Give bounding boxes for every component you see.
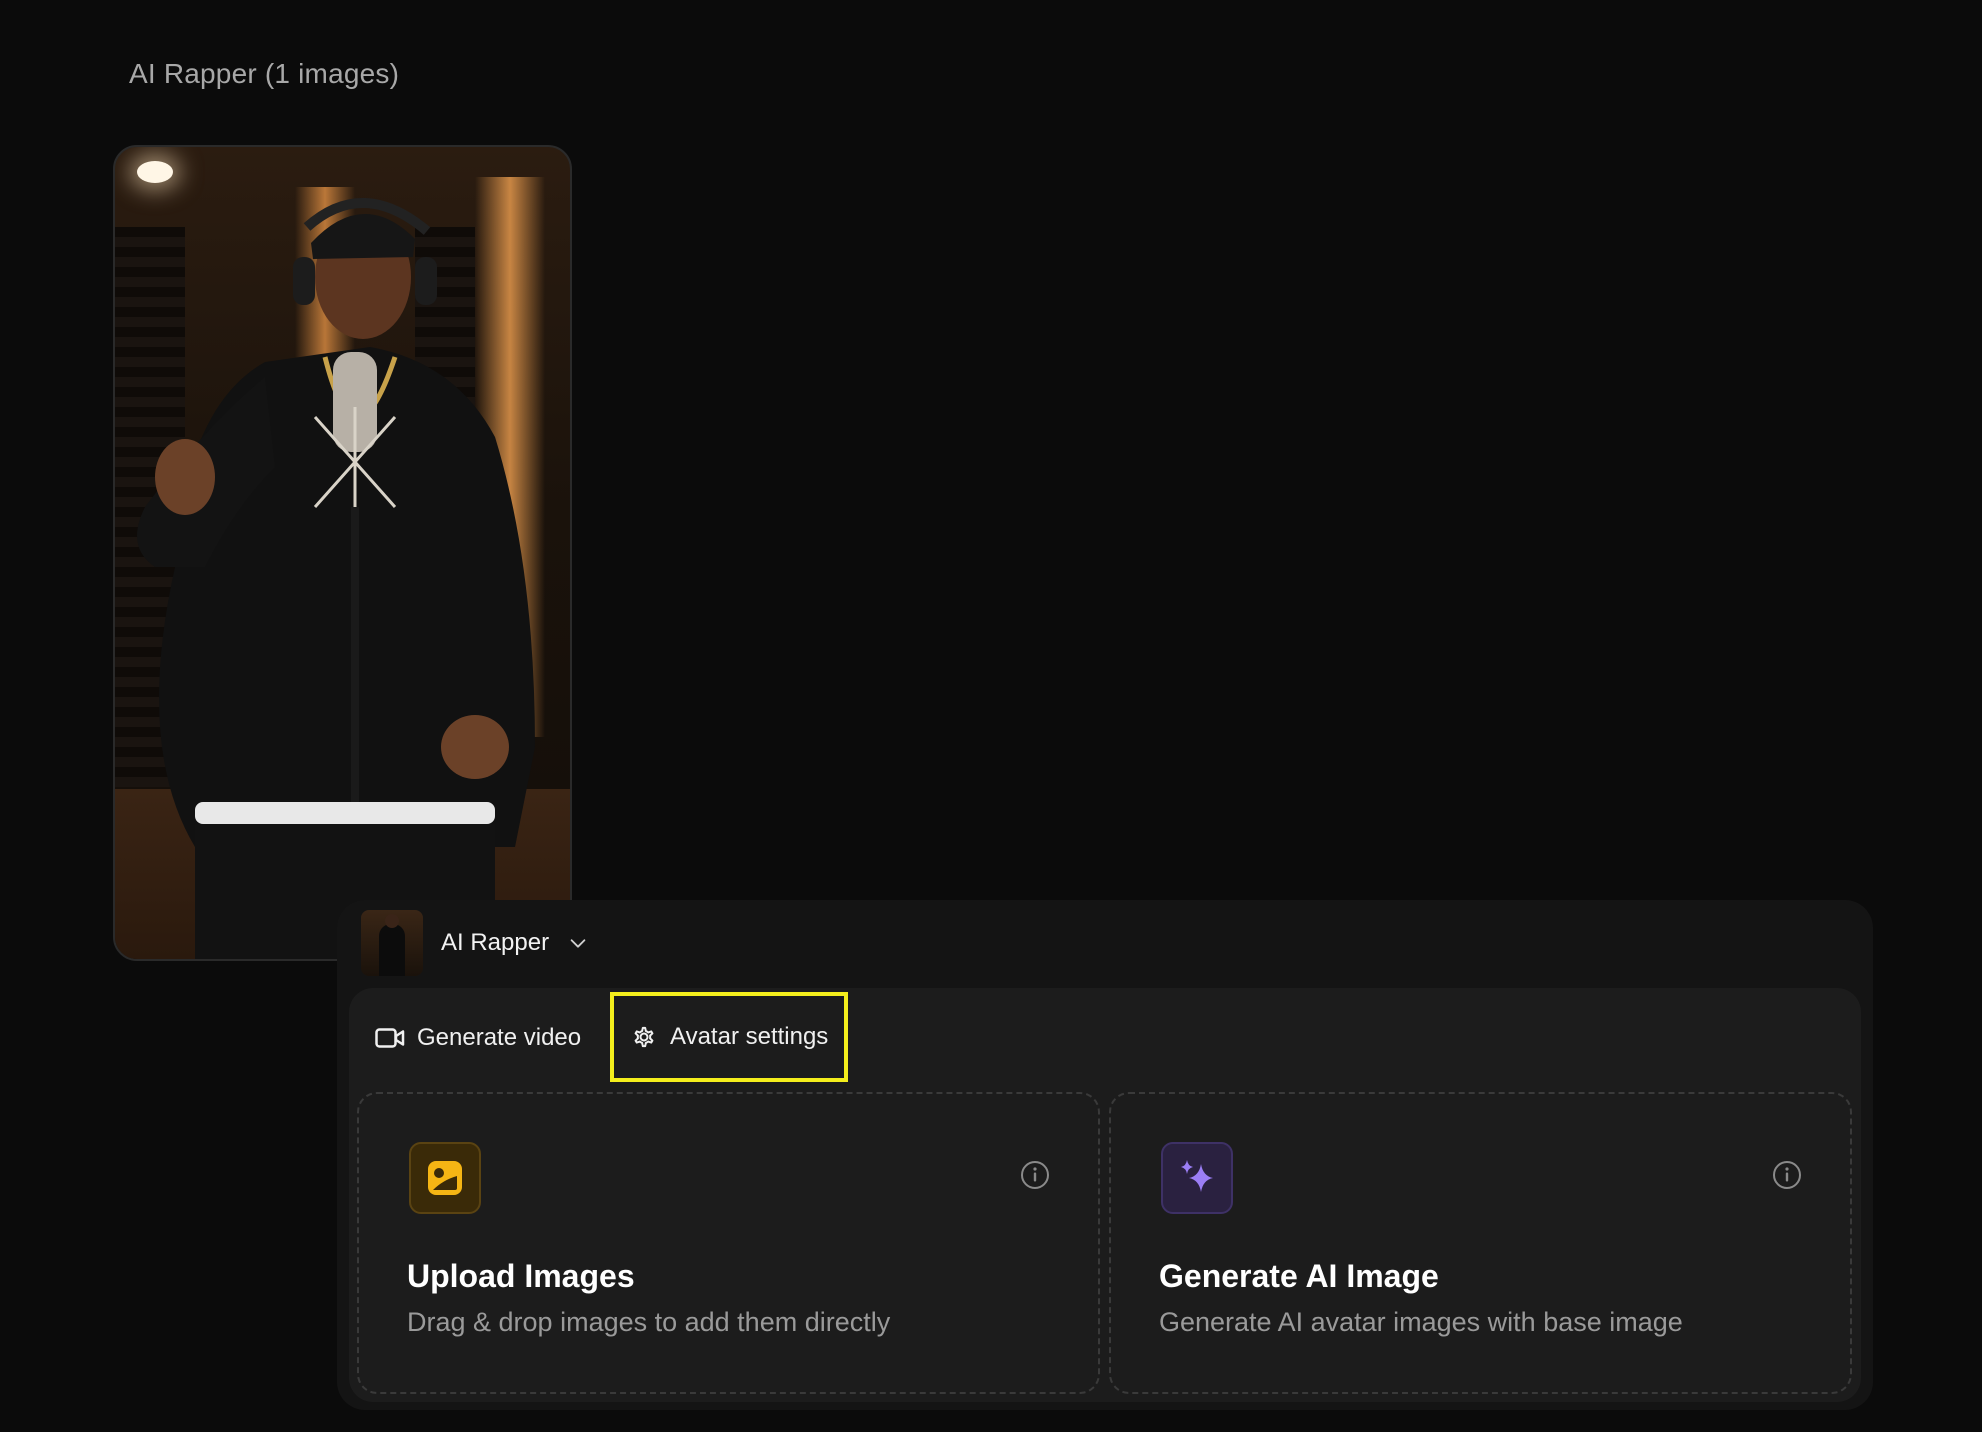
avatar-panel: AI Rapper Generate video Avatar settings <box>337 900 1873 1410</box>
tab-avatar-settings[interactable]: Avatar settings <box>609 992 849 1082</box>
avatar-selector-dropdown[interactable]: AI Rapper <box>361 910 589 976</box>
sparkles-icon <box>1161 1142 1233 1214</box>
info-icon[interactable] <box>1020 1160 1050 1190</box>
tab-generate-video[interactable]: Generate video <box>359 1006 597 1070</box>
avatar-thumbnail <box>361 910 423 976</box>
tab-avatar-settings-label: Avatar settings <box>670 1023 829 1050</box>
info-icon[interactable] <box>1772 1160 1802 1190</box>
image-upload-icon <box>409 1142 481 1214</box>
chevron-down-icon <box>570 939 586 948</box>
video-camera-icon <box>375 1028 405 1048</box>
generate-ai-image-card[interactable]: Generate AI Image Generate AI avatar ima… <box>1109 1092 1852 1394</box>
avatar-name: AI Rapper <box>441 929 550 956</box>
upload-images-description: Drag & drop images to add them directly <box>407 1307 891 1337</box>
gear-icon <box>634 1026 654 1048</box>
generate-ai-image-description: Generate AI avatar images with base imag… <box>1159 1307 1683 1337</box>
avatar-actions-panel: Generate video Avatar settings Upload Im… <box>349 988 1861 1402</box>
avatar-image-card[interactable] <box>113 145 572 961</box>
rapper-avatar-image <box>137 198 535 959</box>
upload-images-card[interactable]: Upload Images Drag & drop images to add … <box>357 1092 1100 1394</box>
generate-ai-image-title: Generate AI Image <box>1159 1258 1439 1294</box>
gallery-title: AI Rapper (1 images) <box>129 58 400 89</box>
tab-generate-video-label: Generate video <box>417 1024 582 1051</box>
upload-images-title: Upload Images <box>407 1258 635 1294</box>
